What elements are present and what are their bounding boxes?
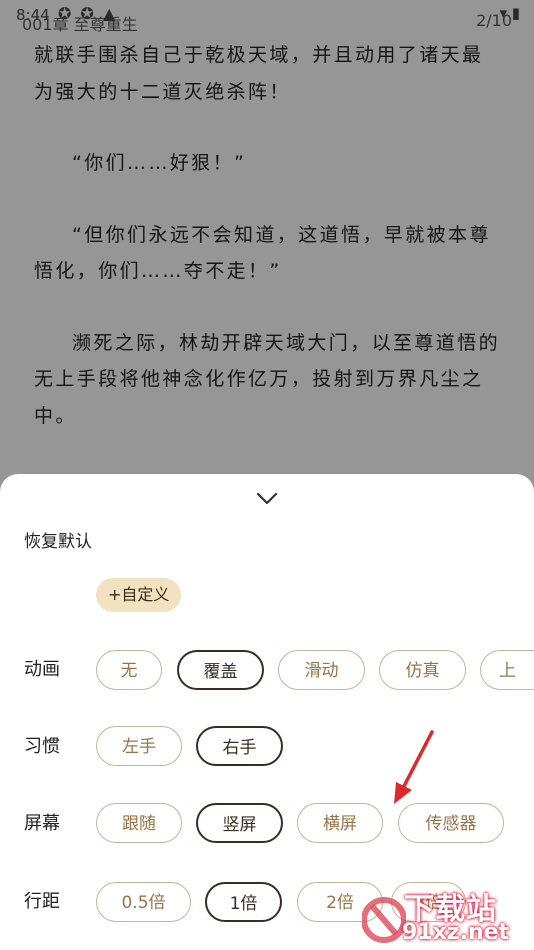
restore-default-button[interactable]: 恢复默认 xyxy=(24,527,92,552)
habit-row: 习惯 左手 右手 xyxy=(0,725,534,769)
annotation-arrow-icon xyxy=(394,730,434,804)
habit-label: 习惯 xyxy=(24,736,60,757)
habit-option-right-hand[interactable]: 右手 xyxy=(196,726,283,766)
animation-option-cover[interactable]: 覆盖 xyxy=(177,650,264,690)
habit-option-left-hand[interactable]: 左手 xyxy=(96,726,182,766)
screen-option-landscape[interactable]: 横屏 xyxy=(297,803,383,843)
site-watermark: 下载站 91xz.net xyxy=(362,884,534,950)
screen-label: 屏幕 xyxy=(24,813,60,834)
screen-row: 屏幕 跟随 竖屏 横屏 传感器 xyxy=(0,802,534,846)
watermark-logo-icon xyxy=(362,897,406,943)
spacing-option-0-5x[interactable]: 0.5倍 xyxy=(96,882,191,922)
animation-label: 动画 xyxy=(24,659,60,680)
screen-option-portrait[interactable]: 竖屏 xyxy=(196,803,283,843)
reading-settings-sheet: 恢复默认 +自定义 动画 无 覆盖 滑动 仿真 上 习惯 左手 右手 屏幕 跟随… xyxy=(0,474,534,950)
screen-option-sensor[interactable]: 传感器 xyxy=(398,803,504,843)
animation-option-simulate[interactable]: 仿真 xyxy=(379,650,466,690)
custom-button[interactable]: +自定义 xyxy=(96,578,182,612)
animation-row: 动画 无 覆盖 滑动 仿真 上 xyxy=(0,648,534,692)
animation-option-more[interactable]: 上 xyxy=(480,650,534,690)
line-spacing-label: 行距 xyxy=(24,891,60,912)
animation-option-slide[interactable]: 滑动 xyxy=(278,650,365,690)
animation-option-none[interactable]: 无 xyxy=(96,650,162,690)
chevron-down-icon[interactable] xyxy=(250,484,284,514)
watermark-url: 91xz.net xyxy=(402,920,510,945)
spacing-option-1x[interactable]: 1倍 xyxy=(205,882,282,922)
screen-option-follow[interactable]: 跟随 xyxy=(96,803,182,843)
